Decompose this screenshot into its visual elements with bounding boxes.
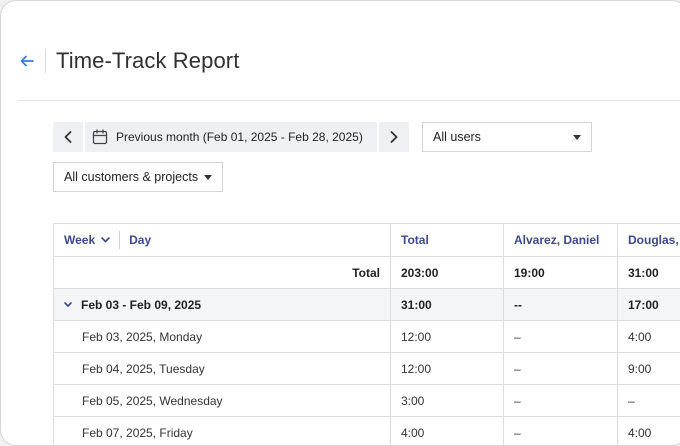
day-label: Feb 07, 2025, Friday xyxy=(53,416,391,445)
week-group-label: Feb 03 - Feb 09, 2025 xyxy=(81,297,202,312)
table-row: Feb 03, 2025, Monday 12:00 – 4:00 xyxy=(53,320,680,353)
week-grouping-dropdown[interactable]: Week xyxy=(64,233,110,247)
day-label: Feb 03, 2025, Monday xyxy=(53,320,391,353)
grand-total-label: Total xyxy=(53,256,391,289)
chevron-right-icon xyxy=(390,131,398,143)
week-user-value: 17:00 xyxy=(617,288,680,321)
day-user-value: – xyxy=(503,320,618,353)
calendar-icon xyxy=(92,129,108,145)
date-range-picker[interactable]: Previous month (Feb 01, 2025 - Feb 28, 2… xyxy=(85,122,377,152)
caret-down-icon xyxy=(204,174,212,180)
week-total-value: 31:00 xyxy=(390,288,504,321)
users-select[interactable]: All users xyxy=(422,122,592,152)
day-user-value: – xyxy=(617,384,680,417)
page-title: Time-Track Report xyxy=(56,48,240,73)
day-total-value: 12:00 xyxy=(390,352,504,385)
week-day-header: Week Day xyxy=(53,223,391,257)
day-user-value: 4:00 xyxy=(617,320,680,353)
arrow-left-icon xyxy=(20,55,34,67)
header-divider xyxy=(45,49,46,73)
grand-total-value: 203:00 xyxy=(390,256,504,289)
day-total-value: 3:00 xyxy=(390,384,504,417)
chevron-down-icon xyxy=(101,237,110,243)
page-header: Time-Track Report xyxy=(18,39,239,83)
day-total-value: 12:00 xyxy=(390,320,504,353)
table-row: Feb 04, 2025, Tuesday 12:00 – 9:00 xyxy=(53,352,680,385)
users-select-value: All users xyxy=(433,130,481,144)
week-group-row[interactable]: Feb 03 - Feb 09, 2025 31:00 -- 17:00 xyxy=(53,288,680,321)
date-range-label: Previous month (Feb 01, 2025 - Feb 28, 2… xyxy=(116,130,363,144)
day-total-value: 4:00 xyxy=(390,416,504,445)
day-user-value: – xyxy=(503,352,618,385)
customers-projects-select[interactable]: All customers & projects xyxy=(53,162,223,192)
table-row: Feb 05, 2025, Wednesday 3:00 – – xyxy=(53,384,680,417)
chevron-down-icon xyxy=(64,301,72,307)
previous-period-button[interactable] xyxy=(53,122,83,152)
week-group-cell[interactable]: Feb 03 - Feb 09, 2025 xyxy=(53,288,391,321)
caret-down-icon xyxy=(573,134,581,140)
day-header-label[interactable]: Day xyxy=(129,233,151,247)
week-header-label: Week xyxy=(64,233,96,247)
chevron-left-icon xyxy=(64,131,72,143)
week-user-value: -- xyxy=(503,288,618,321)
day-user-value: – xyxy=(503,416,618,445)
grand-total-user-value: 19:00 xyxy=(503,256,618,289)
user-column-header[interactable]: Douglas, xyxy=(617,223,680,257)
day-user-value: 4:00 xyxy=(617,416,680,445)
next-period-button[interactable] xyxy=(379,122,409,152)
day-user-value: – xyxy=(503,384,618,417)
header-rule xyxy=(18,100,680,101)
grand-total-user-value: 31:00 xyxy=(617,256,680,289)
customers-select-value: All customers & projects xyxy=(64,170,199,184)
grand-total-row: Total 203:00 19:00 31:00 xyxy=(53,256,680,289)
date-range-bar: Previous month (Feb 01, 2025 - Feb 28, 2… xyxy=(53,122,409,152)
user-column-header[interactable]: Alvarez, Daniel xyxy=(503,223,618,257)
table-header-row: Week Day Total Alvarez, Daniel Douglas, xyxy=(53,223,680,257)
back-button[interactable] xyxy=(18,52,36,70)
report-table: Week Day Total Alvarez, Daniel Douglas, … xyxy=(53,223,680,445)
table-row: Feb 07, 2025, Friday 4:00 – 4:00 xyxy=(53,416,680,445)
day-user-value: 9:00 xyxy=(617,352,680,385)
day-label: Feb 05, 2025, Wednesday xyxy=(53,384,391,417)
total-column-header[interactable]: Total xyxy=(390,223,504,257)
report-card: Time-Track Report Previous month (Feb 01… xyxy=(0,0,680,446)
header-separator xyxy=(119,231,121,249)
day-label: Feb 04, 2025, Tuesday xyxy=(53,352,391,385)
